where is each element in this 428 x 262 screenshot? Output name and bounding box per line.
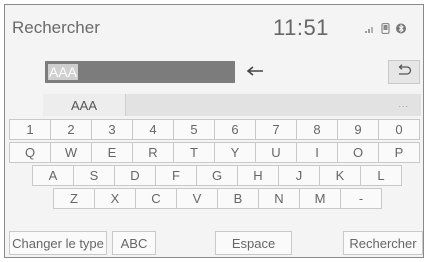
- key-0[interactable]: 0: [378, 119, 420, 140]
- key-f[interactable]: F: [155, 165, 197, 186]
- key-n[interactable]: N: [258, 188, 300, 209]
- key-w[interactable]: W: [50, 142, 92, 163]
- key-s[interactable]: S: [73, 165, 115, 186]
- header: Rechercher 11:51: [5, 5, 423, 47]
- key-h[interactable]: H: [237, 165, 279, 186]
- keyboard-row-middle: A S D F G H J K L: [32, 165, 402, 186]
- key-z[interactable]: Z: [53, 188, 95, 209]
- key-r[interactable]: R: [132, 142, 174, 163]
- keyboard-screen: Rechercher 11:51 AAA AAA ... 1 2 3 4 5 6…: [4, 4, 424, 258]
- key-3[interactable]: 3: [91, 119, 133, 140]
- key-x[interactable]: X: [94, 188, 136, 209]
- key-b[interactable]: B: [217, 188, 259, 209]
- change-type-button[interactable]: Changer le type: [9, 231, 107, 255]
- key-5[interactable]: 5: [173, 119, 215, 140]
- key-4[interactable]: 4: [132, 119, 174, 140]
- key-g[interactable]: G: [196, 165, 238, 186]
- key-c[interactable]: C: [135, 188, 177, 209]
- key-7[interactable]: 7: [255, 119, 297, 140]
- key-a[interactable]: A: [32, 165, 74, 186]
- key-j[interactable]: J: [278, 165, 320, 186]
- key-k[interactable]: K: [319, 165, 361, 186]
- return-button[interactable]: [388, 60, 420, 84]
- abc-button[interactable]: ABC: [112, 231, 156, 255]
- key-q[interactable]: Q: [9, 142, 51, 163]
- key-i[interactable]: I: [296, 142, 338, 163]
- key-e[interactable]: E: [91, 142, 133, 163]
- key-y[interactable]: Y: [214, 142, 256, 163]
- search-button[interactable]: Rechercher: [343, 231, 423, 255]
- suggestion-item[interactable]: AAA: [43, 94, 126, 116]
- key-9[interactable]: 9: [337, 119, 379, 140]
- key-p[interactable]: P: [378, 142, 420, 163]
- bottom-bar: Changer le type ABC Espace Rechercher: [9, 231, 423, 255]
- key-1[interactable]: 1: [9, 119, 51, 140]
- phone-icon: [381, 23, 390, 34]
- key-m[interactable]: M: [299, 188, 341, 209]
- key-v[interactable]: V: [176, 188, 218, 209]
- clock: 11:51: [273, 15, 329, 40]
- key-t[interactable]: T: [173, 142, 215, 163]
- keyboard-row-top: Q W E R T Y U I O P: [9, 142, 420, 163]
- screen-title: Rechercher: [12, 18, 100, 37]
- bluetooth-icon: [396, 23, 406, 34]
- input-row: AAA: [5, 57, 423, 93]
- key-2[interactable]: 2: [50, 119, 92, 140]
- keyboard-row-digits: 1 2 3 4 5 6 7 8 9 0: [9, 119, 420, 140]
- status-icons: [365, 23, 406, 34]
- suggestion-bar: AAA ...: [43, 94, 421, 116]
- key-d[interactable]: D: [114, 165, 156, 186]
- return-icon: [396, 63, 412, 81]
- key-hyphen[interactable]: -: [340, 188, 382, 209]
- backspace-button[interactable]: [241, 61, 269, 83]
- keyboard-row-bottom: Z X C V B N M -: [53, 188, 382, 209]
- key-o[interactable]: O: [337, 142, 379, 163]
- key-l[interactable]: L: [360, 165, 402, 186]
- key-8[interactable]: 8: [296, 119, 338, 140]
- signal-icon: [365, 25, 375, 33]
- key-u[interactable]: U: [255, 142, 297, 163]
- search-input-value: AAA: [48, 64, 79, 80]
- space-button[interactable]: Espace: [215, 231, 292, 255]
- search-input[interactable]: AAA: [45, 61, 235, 83]
- backspace-arrow-icon: [246, 63, 264, 81]
- key-6[interactable]: 6: [214, 119, 256, 140]
- suggestion-more: ...: [398, 99, 409, 109]
